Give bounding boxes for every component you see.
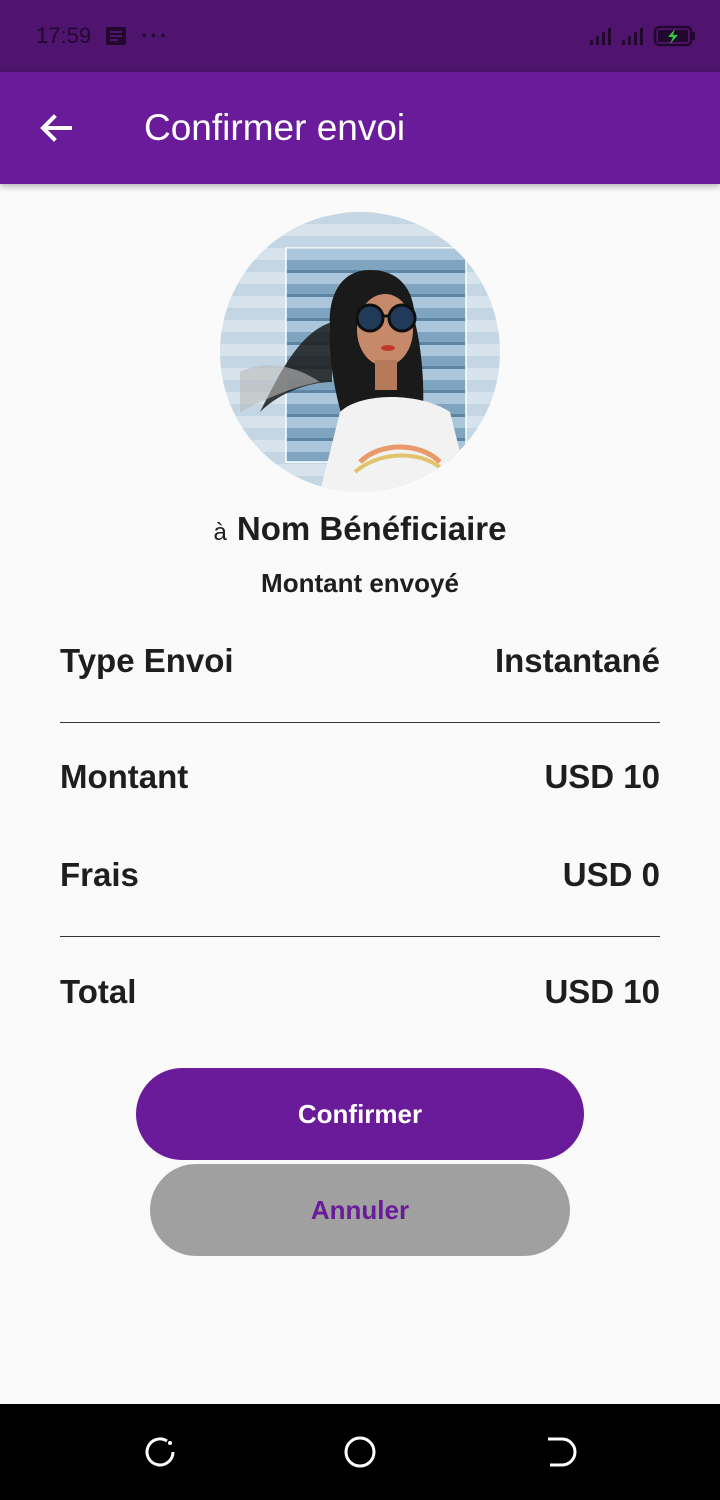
type-row: Type Envoi Instantané: [60, 642, 660, 680]
status-bar: 17:59 ···: [0, 0, 720, 72]
total-value: USD 10: [544, 973, 660, 1010]
divider: [60, 936, 660, 937]
fees-label: Frais: [60, 856, 139, 893]
recipient-photo: [220, 212, 500, 492]
home-icon[interactable]: [340, 1432, 380, 1472]
amount-caption: Montant envoyé: [261, 568, 459, 598]
amount-value: USD 10: [544, 758, 660, 795]
status-right-icons: [588, 25, 696, 47]
signal-icon: [622, 28, 643, 45]
fees-row: Frais USD 0: [60, 856, 660, 894]
amount-label: Montant: [60, 758, 189, 795]
divider: [60, 722, 660, 723]
battery-charging-icon: [653, 25, 695, 47]
confirm-button[interactable]: Confirmer: [136, 1068, 584, 1160]
recent-apps-icon[interactable]: [140, 1432, 180, 1472]
page-title: Confirmer envoi: [144, 107, 406, 148]
fees-value: USD 0: [562, 856, 660, 893]
recipient-line: à Nom Bénéficiaire: [0, 510, 720, 548]
total-row: Total USD 10: [60, 973, 660, 1011]
back-button[interactable]: [26, 98, 86, 158]
recipient-prefix: à: [213, 519, 227, 546]
cancel-button[interactable]: Annuler: [150, 1164, 570, 1256]
app-bar: Confirmer envoi: [0, 72, 720, 184]
type-label: Type Envoi: [60, 642, 234, 679]
total-label: Total: [60, 973, 137, 1010]
status-time: 17:59: [36, 23, 92, 48]
navigation-bar: [0, 1404, 720, 1500]
more-dots-icon: ···: [141, 23, 170, 48]
recipient-name: Nom Bénéficiaire: [236, 510, 507, 547]
signal-icon: [590, 28, 611, 45]
arrow-left-icon: [40, 114, 72, 142]
amount-row: Montant USD 10: [60, 758, 660, 796]
message-icon: [106, 27, 127, 45]
avatar: [220, 212, 500, 492]
back-icon[interactable]: [540, 1432, 580, 1472]
type-value: Instantané: [494, 642, 660, 679]
